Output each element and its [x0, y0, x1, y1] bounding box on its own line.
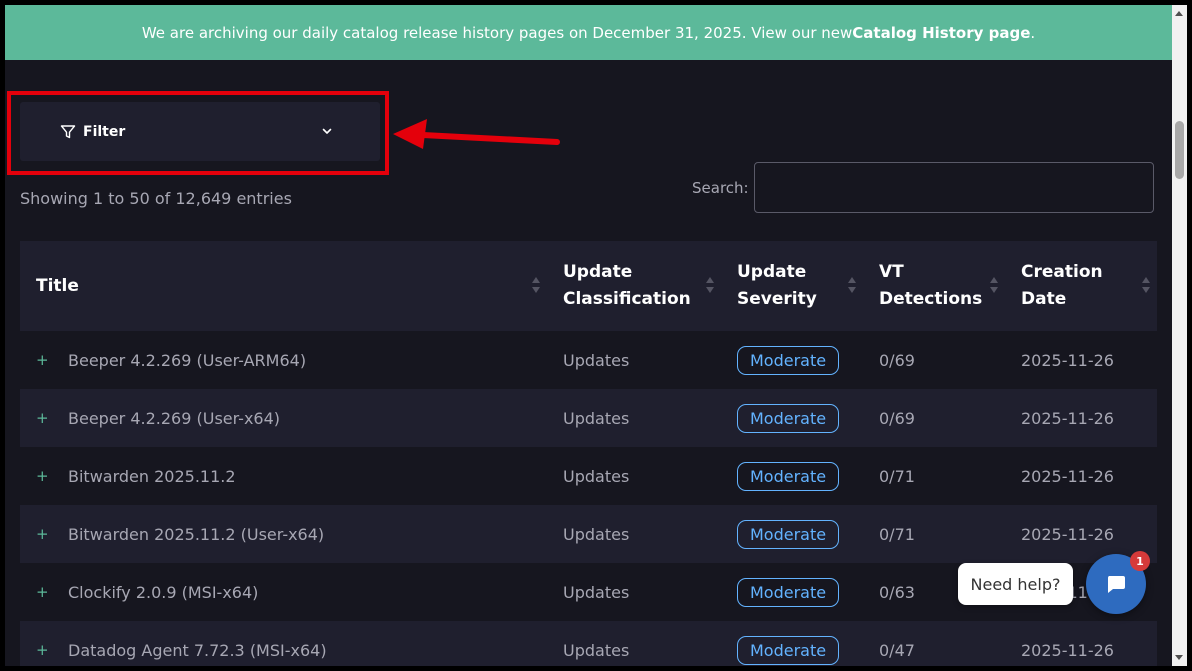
row-creation-date: 2025-11-26	[1021, 466, 1114, 486]
row-vt-detections: 0/69	[879, 408, 915, 428]
col-header-classification-line2: Classification	[563, 289, 691, 309]
col-header-creation-date[interactable]: Creation Date	[1005, 241, 1157, 331]
col-header-date-line2: Date	[1021, 289, 1067, 309]
scrollbar[interactable]	[1172, 5, 1187, 666]
search-input[interactable]	[753, 162, 1154, 213]
row-classification: Updates	[563, 408, 630, 428]
sort-icon	[706, 277, 714, 293]
scrollbar-thumb[interactable]	[1175, 121, 1184, 179]
row-title[interactable]: Beeper 4.2.269 (User-x64)	[68, 409, 280, 428]
entries-info: Showing 1 to 50 of 12,649 entries	[20, 189, 292, 208]
banner-text-end: .	[1030, 23, 1036, 42]
sort-icon	[848, 277, 856, 293]
row-vt-detections: 0/47	[879, 640, 915, 660]
table-row[interactable]: + Beeper 4.2.269 (User-ARM64) Updates Mod…	[20, 331, 1157, 389]
sort-icon	[1142, 277, 1150, 293]
filter-label: Filter	[83, 123, 126, 140]
severity-badge: Moderate	[737, 519, 840, 549]
search-area: Search:	[692, 162, 1154, 213]
expand-plus-icon[interactable]: +	[36, 525, 68, 543]
col-header-vt-line1: VT	[879, 262, 904, 282]
expand-plus-icon[interactable]: +	[36, 583, 68, 601]
row-title[interactable]: Bitwarden 2025.11.2	[68, 467, 236, 486]
row-vt-detections: 0/71	[879, 524, 915, 544]
severity-badge: Moderate	[737, 577, 840, 607]
expand-plus-icon[interactable]: +	[36, 641, 68, 659]
funnel-icon	[60, 124, 76, 138]
row-vt-detections: 0/71	[879, 466, 915, 486]
expand-plus-icon[interactable]: +	[36, 351, 68, 369]
row-vt-detections: 0/69	[879, 350, 915, 370]
search-label: Search:	[692, 178, 749, 197]
expand-plus-icon[interactable]: +	[36, 467, 68, 485]
col-header-vt-detections[interactable]: VT Detections	[863, 241, 1005, 331]
notification-badge: 1	[1130, 551, 1150, 571]
row-classification: Updates	[563, 640, 630, 660]
table-row[interactable]: + Datadog Agent 7.72.3 (MSI-x64) Updates …	[20, 621, 1157, 666]
scroll-up-arrow-icon[interactable]	[1175, 11, 1183, 16]
row-creation-date: 2025-11-26	[1021, 350, 1114, 370]
row-creation-date: 2025-11-26	[1021, 408, 1114, 428]
annotation-arrow-icon	[393, 119, 560, 149]
col-header-severity[interactable]: Update Severity	[721, 241, 863, 331]
sort-icon	[990, 277, 998, 293]
filter-dropdown[interactable]: Filter	[20, 102, 380, 161]
scroll-down-arrow-icon[interactable]	[1175, 655, 1183, 660]
table-row[interactable]: + Bitwarden 2025.11.2 Updates Moderate 0/…	[20, 447, 1157, 505]
row-classification: Updates	[563, 524, 630, 544]
severity-badge: Moderate	[737, 635, 840, 665]
table-row[interactable]: + Bitwarden 2025.11.2 (User-x64) Updates …	[20, 505, 1157, 563]
catalog-history-link[interactable]: Catalog History page	[852, 24, 1030, 42]
table-row[interactable]: + Beeper 4.2.269 (User-x64) Updates Moder…	[20, 389, 1157, 447]
col-header-severity-line2: Severity	[737, 289, 817, 309]
row-title[interactable]: Bitwarden 2025.11.2 (User-x64)	[68, 525, 324, 544]
chevron-down-icon	[322, 128, 332, 134]
severity-badge: Moderate	[737, 345, 840, 375]
col-header-severity-line1: Update	[737, 262, 807, 282]
sort-icon	[532, 277, 540, 293]
expand-plus-icon[interactable]: +	[36, 409, 68, 427]
col-header-date-line1: Creation	[1021, 262, 1103, 282]
row-classification: Updates	[563, 350, 630, 370]
row-classification: Updates	[563, 466, 630, 486]
archive-banner: We are archiving our daily catalog relea…	[5, 5, 1172, 60]
col-header-title[interactable]: Title	[20, 241, 547, 331]
banner-text: We are archiving our daily catalog relea…	[141, 23, 853, 42]
row-title[interactable]: Datadog Agent 7.72.3 (MSI-x64)	[68, 641, 327, 660]
row-title[interactable]: Beeper 4.2.269 (User-ARM64)	[68, 351, 306, 370]
row-creation-date: 2025-11-26	[1021, 640, 1114, 660]
need-help-bubble[interactable]: Need help?	[958, 563, 1073, 605]
row-classification: Updates	[563, 582, 630, 602]
col-header-vt-line2: Detections	[879, 289, 983, 309]
table-header: Title Update Classification Update Severit…	[20, 241, 1157, 331]
col-header-classification-line1: Update	[563, 262, 633, 282]
severity-badge: Moderate	[737, 403, 840, 433]
row-title[interactable]: Clockify 2.0.9 (MSI-x64)	[68, 583, 258, 602]
col-header-classification[interactable]: Update Classification	[547, 241, 721, 331]
chat-icon	[1107, 576, 1125, 593]
col-header-title-label: Title	[36, 275, 79, 296]
page: We are archiving our daily catalog relea…	[5, 5, 1187, 666]
severity-badge: Moderate	[737, 461, 840, 491]
